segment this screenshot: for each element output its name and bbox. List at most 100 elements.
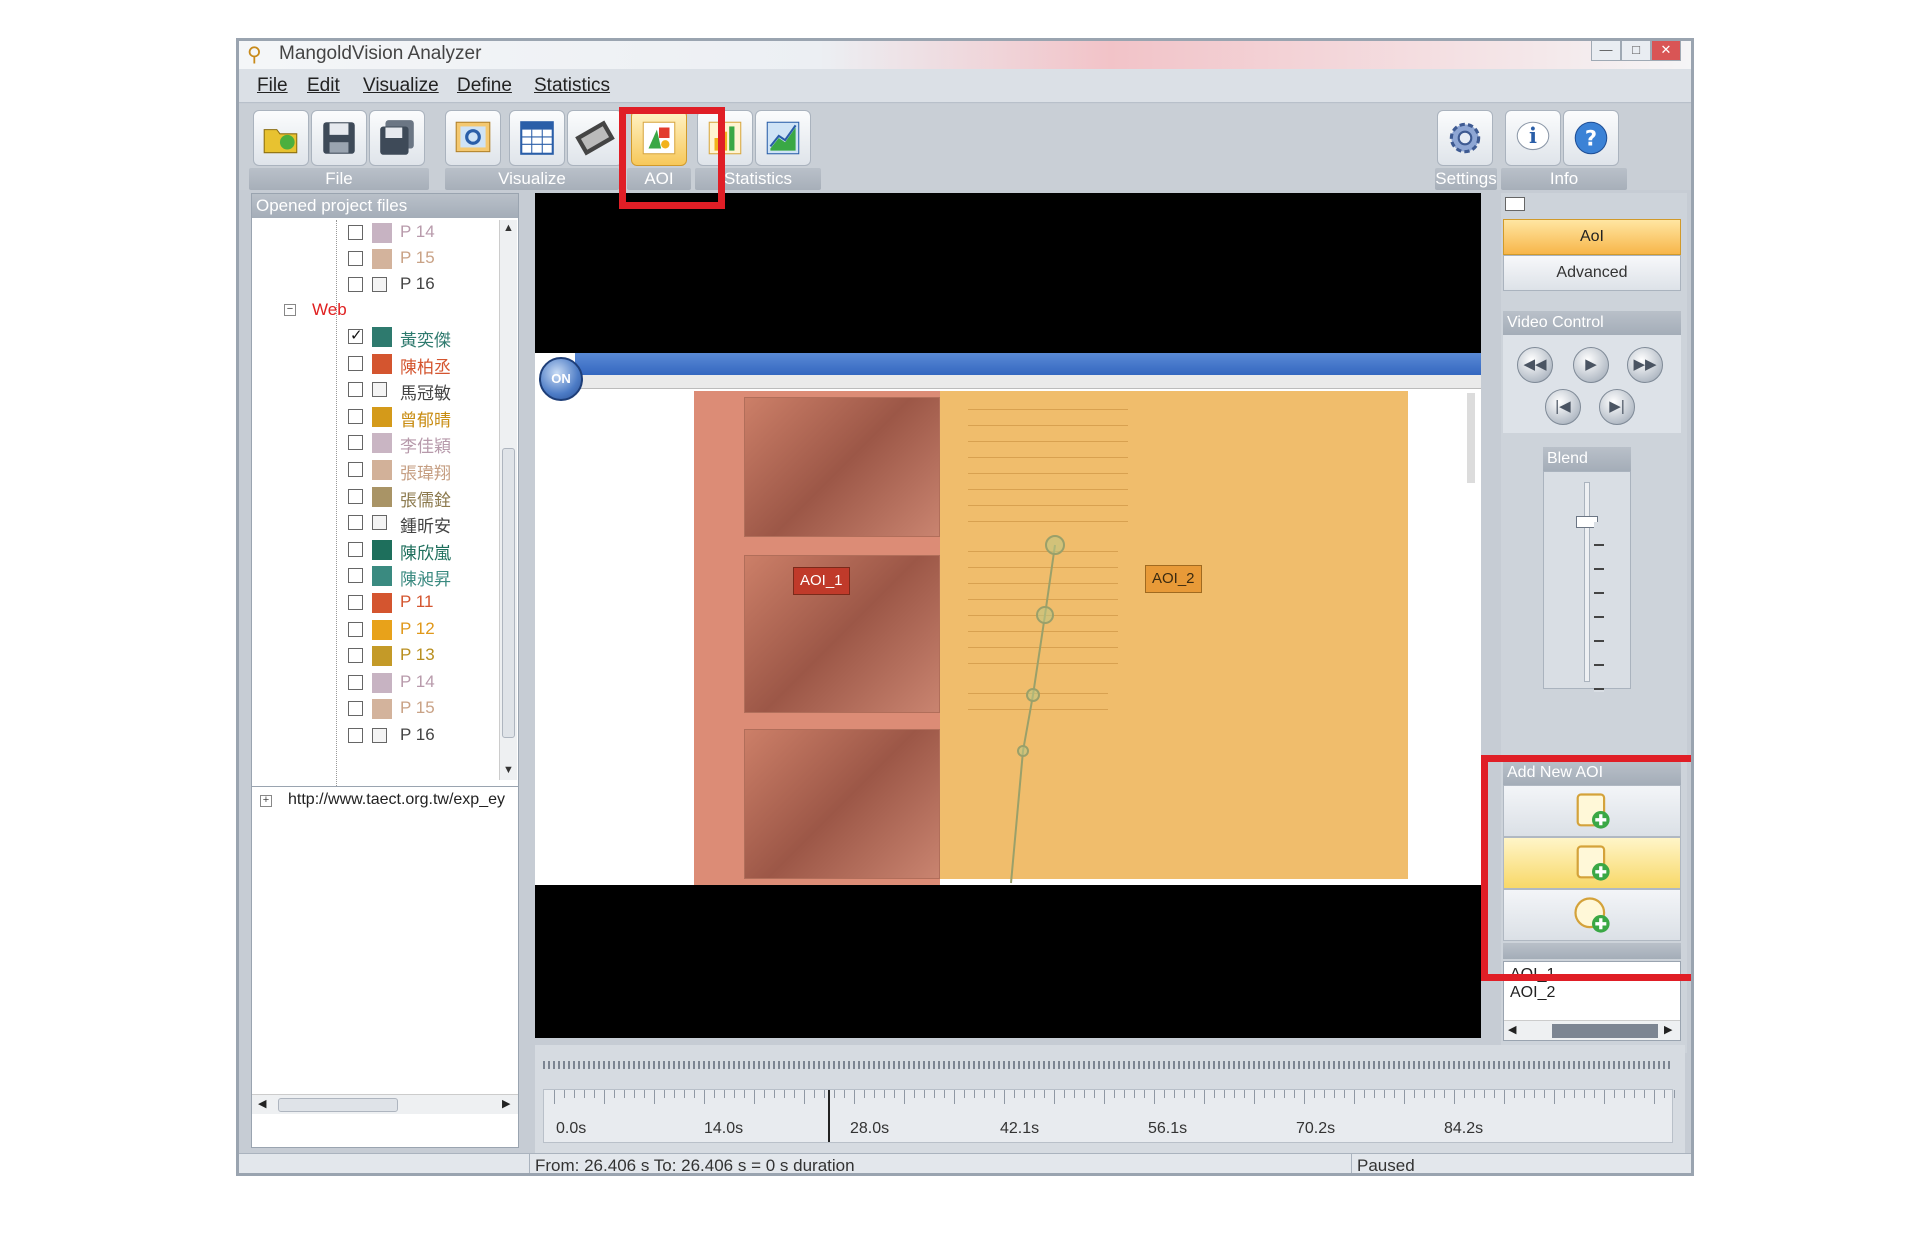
tree-item-checkbox[interactable] (348, 462, 363, 477)
tree-item[interactable]: P 14 (252, 220, 502, 246)
scroll-right-icon[interactable]: ▶ (502, 1097, 510, 1110)
info-icon: i (1516, 121, 1550, 151)
tree-item[interactable]: 馬冠敏 (252, 377, 502, 403)
panel-toggle-icon[interactable] (1505, 197, 1525, 211)
menu-file[interactable]: File (257, 75, 288, 97)
tree-item-checkbox[interactable] (348, 251, 363, 266)
tree-item[interactable]: 陳欣嵐 (252, 537, 502, 563)
svg-text:?: ? (1585, 126, 1597, 150)
time-tick (864, 1090, 865, 1098)
scroll-left-icon[interactable]: ◀ (258, 1097, 266, 1110)
tree-item-checkbox[interactable] (348, 382, 363, 398)
menu-visualize[interactable]: Visualize (363, 75, 439, 97)
tree-item[interactable]: 鍾昕安 (252, 510, 502, 536)
previous-icon[interactable]: |◀ (1545, 389, 1581, 425)
tree-item[interactable]: P 15 (252, 246, 502, 272)
tree-item-checkbox[interactable] (348, 326, 363, 344)
close-button[interactable]: ✕ (1651, 41, 1681, 61)
aoi-list-scrollbar[interactable]: ◀ ▶ (1504, 1020, 1680, 1040)
open-project-button[interactable] (253, 110, 309, 166)
tree-item[interactable]: 李佳穎 (252, 430, 502, 456)
tree-item-label: P 15 (400, 698, 435, 718)
tree-item[interactable]: P 12 (252, 617, 502, 643)
next-icon[interactable]: ▶| (1599, 389, 1635, 425)
settings-button[interactable] (1437, 110, 1493, 166)
playhead[interactable] (828, 1090, 830, 1142)
tree-item-checkbox[interactable] (348, 355, 363, 371)
scrollbar-thumb[interactable] (502, 448, 515, 738)
tree-item[interactable]: P 16 (252, 723, 502, 749)
tree-item-checkbox[interactable] (348, 568, 363, 584)
blend-slider[interactable] (1543, 471, 1631, 692)
aoi-list-item[interactable]: AOI_2 (1510, 984, 1555, 1002)
tree-item[interactable]: 陳柏丞 (252, 351, 502, 377)
play-icon[interactable]: ▶ (1573, 347, 1609, 383)
film-button[interactable] (567, 110, 623, 166)
url-label[interactable]: http://www.taect.org.tw/exp_ey (288, 791, 505, 809)
scrollbar-thumb[interactable] (1552, 1024, 1658, 1038)
tree-item[interactable]: P 16 (252, 272, 502, 298)
tree-item-checkbox[interactable] (348, 435, 363, 451)
scroll-up-icon[interactable]: ▲ (503, 222, 514, 234)
help-button[interactable]: ? (1563, 110, 1619, 166)
collapse-icon[interactable]: − (284, 304, 296, 316)
expand-icon[interactable]: + (260, 795, 272, 807)
tree-item-checkbox[interactable] (348, 225, 363, 240)
tree-item[interactable]: P 11 (252, 590, 502, 616)
time-tick (1044, 1090, 1045, 1098)
timeline[interactable]: 0.0s 14.0s 28.0s 42.1s 56.1s 70.2s 84.2s (535, 1045, 1685, 1155)
tree-item[interactable]: P 15 (252, 696, 502, 722)
tree-item[interactable]: P 13 (252, 643, 502, 669)
time-tick (1154, 1090, 1155, 1104)
tree-item-checkbox[interactable] (348, 674, 363, 690)
tab-aoi[interactable]: AoI (1503, 219, 1681, 255)
minimize-button[interactable]: — (1591, 41, 1621, 61)
menu-statistics[interactable]: Statistics (534, 75, 610, 97)
tree-item-checkbox[interactable] (348, 728, 363, 743)
save-all-button[interactable] (369, 110, 425, 166)
time-tick (1264, 1090, 1265, 1098)
tree-group-web[interactable]: − Web (252, 298, 502, 324)
preview-button[interactable] (445, 110, 501, 166)
time-tick (804, 1090, 805, 1104)
scroll-right-icon[interactable]: ▶ (1664, 1023, 1672, 1036)
horizontal-scrollbar[interactable]: ◀ ▶ (252, 1094, 518, 1114)
tree-item-checkbox[interactable] (348, 595, 363, 610)
tree-item-checkbox[interactable] (348, 541, 363, 557)
scroll-down-icon[interactable]: ▼ (503, 764, 514, 776)
rewind-icon[interactable]: ◀◀ (1517, 347, 1553, 383)
fast-forward-icon[interactable]: ▶▶ (1627, 347, 1663, 383)
menu-define[interactable]: Define (457, 75, 512, 97)
time-scale[interactable]: 0.0s 14.0s 28.0s 42.1s 56.1s 70.2s 84.2s (543, 1089, 1675, 1143)
save-button[interactable] (311, 110, 367, 166)
scrollbar-thumb[interactable] (278, 1098, 398, 1112)
aoi-1-label[interactable]: AOI_1 (793, 567, 850, 595)
tree-item-checkbox[interactable] (348, 648, 363, 664)
tree-item-checkbox[interactable] (348, 515, 363, 531)
tree-item[interactable]: 曾郁晴 (252, 404, 502, 430)
tree-item[interactable]: P 14 (252, 670, 502, 696)
time-tick (1224, 1090, 1225, 1098)
tab-advanced[interactable]: Advanced (1503, 255, 1681, 291)
svg-text:i: i (1529, 123, 1537, 148)
tree-item-checkbox[interactable] (348, 277, 363, 292)
aoi-2-label[interactable]: AOI_2 (1145, 565, 1202, 593)
info-button[interactable]: i (1505, 110, 1561, 166)
tree-item-checkbox[interactable] (348, 701, 363, 717)
tree-item[interactable]: 黃奕傑 (252, 324, 502, 350)
grid-view-button[interactable] (509, 110, 565, 166)
tree-item-checkbox[interactable] (348, 488, 363, 504)
tree-item-checkbox[interactable] (348, 621, 363, 637)
maximize-button[interactable]: □ (1621, 41, 1651, 61)
tree-item[interactable]: 張瑋翔 (252, 457, 502, 483)
tree-item[interactable]: 張儒銓 (252, 484, 502, 510)
tree-item-label: P 16 (400, 274, 435, 293)
tree-item[interactable]: 陳昶昇 (252, 563, 502, 589)
tree-item-checkbox[interactable] (348, 408, 363, 424)
vertical-scrollbar[interactable]: ▲ ▼ (499, 220, 517, 780)
time-tick (784, 1090, 785, 1098)
scroll-left-icon[interactable]: ◀ (1508, 1023, 1516, 1036)
video-viewport[interactable]: ON AOI_1 AOI_2 (535, 193, 1481, 1038)
menu-edit[interactable]: Edit (307, 75, 340, 97)
line-chart-button[interactable] (755, 110, 811, 166)
